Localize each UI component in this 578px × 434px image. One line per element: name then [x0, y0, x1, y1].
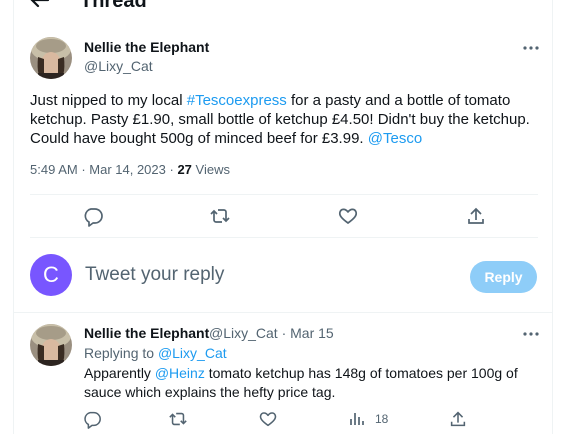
reply-like-button[interactable] — [258, 409, 280, 431]
tweet-meta: 5:49 AM · Mar 14, 2023 · 27 Views — [30, 162, 230, 177]
reply-reply-button[interactable] — [82, 409, 104, 431]
replying-to-handle[interactable]: @Lixy_Cat — [158, 345, 227, 361]
more-icon — [523, 332, 539, 336]
right-border — [552, 0, 553, 434]
share-icon — [450, 411, 466, 427]
reply-button[interactable] — [82, 205, 104, 227]
like-icon — [338, 208, 358, 224]
reply-icon — [84, 208, 103, 227]
retweet-icon — [169, 412, 187, 426]
avatar[interactable] — [30, 37, 72, 79]
reply-text: Apparently @Heinz tomato ketchup has 148… — [84, 364, 524, 402]
reply-icon — [84, 411, 101, 429]
mention-link[interactable]: @Heinz — [155, 365, 205, 381]
back-button[interactable] — [28, 0, 50, 10]
retweet-icon — [210, 209, 230, 223]
reply-author-name[interactable]: Nellie the Elephant — [84, 325, 209, 341]
reply-author-handle[interactable]: @Lixy_Cat — [209, 325, 278, 341]
views-label: Views — [195, 162, 230, 177]
like-icon — [259, 412, 277, 427]
reply-views-count: 18 — [375, 412, 389, 426]
replying-to-label: Replying to — [84, 345, 155, 361]
hashtag-link[interactable]: #Tescoexpress — [187, 92, 287, 109]
divider — [30, 237, 538, 238]
author-name[interactable]: Nellie the Elephant — [84, 39, 209, 55]
user-avatar[interactable]: C — [30, 254, 72, 296]
tweet-date[interactable]: Mar 14, 2023 — [89, 162, 166, 177]
header-title: Thread — [80, 0, 147, 12]
mention-link[interactable]: @Tesco — [368, 130, 422, 147]
reply-submit-button[interactable]: Reply — [470, 261, 537, 293]
avatar-photo — [30, 37, 72, 79]
reply-avatar[interactable] — [30, 324, 72, 366]
divider — [30, 194, 538, 195]
views-icon — [350, 413, 364, 425]
reply-date[interactable]: Mar 15 — [290, 325, 334, 341]
tweet-text-part: Just nipped to my local — [30, 92, 187, 109]
replying-to: Replying to @Lixy_Cat — [84, 345, 227, 361]
reply-share-button[interactable] — [448, 409, 470, 431]
reply-text-part: Apparently — [84, 365, 155, 381]
reply-author-meta: @Lixy_Cat · Mar 15 — [209, 325, 334, 341]
more-button[interactable] — [521, 41, 541, 55]
reply-retweet-button[interactable] — [168, 409, 190, 431]
retweet-button[interactable] — [209, 205, 231, 227]
share-button[interactable] — [465, 205, 487, 227]
reply-input[interactable]: Tweet your reply — [85, 264, 224, 286]
more-icon — [523, 46, 539, 50]
tweet-time[interactable]: 5:49 AM — [30, 162, 78, 177]
back-arrow-icon — [30, 0, 50, 8]
author-handle[interactable]: @Lixy_Cat — [84, 58, 153, 74]
share-icon — [468, 207, 484, 224]
reply-more-button[interactable] — [521, 327, 541, 341]
divider — [14, 312, 552, 313]
like-button[interactable] — [337, 205, 359, 227]
reply-views-button[interactable]: 18 — [348, 410, 396, 432]
left-border — [13, 0, 14, 434]
views-count: 27 — [177, 162, 192, 177]
avatar-photo — [30, 324, 72, 366]
tweet-text: Just nipped to my local #Tescoexpress fo… — [30, 91, 540, 148]
